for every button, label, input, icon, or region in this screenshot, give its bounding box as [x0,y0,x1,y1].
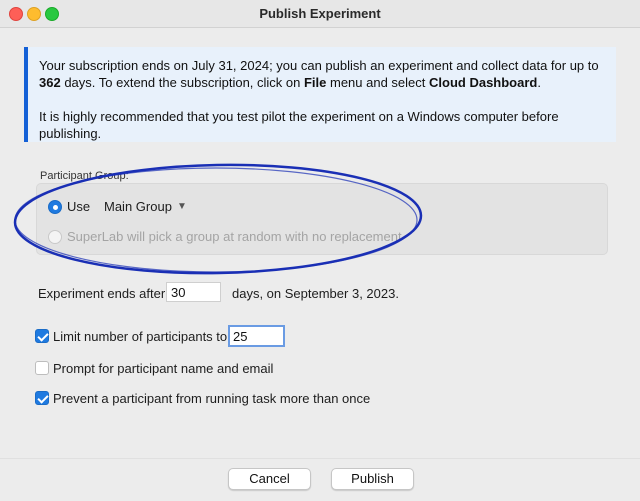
notice-recommendation: It is highly recommended that you test p… [39,109,559,141]
experiment-days-input[interactable] [166,282,221,302]
selected-group-value: Main Group [104,199,172,214]
subscription-notice: Your subscription ends on July 31, 2024;… [24,47,616,142]
prevent-repeat-checkbox[interactable] [35,391,49,405]
experiment-end-date-text: days, on September 3, 2023. [232,286,399,301]
participant-group-label: Participant Group: [40,170,129,182]
limit-participants-label[interactable]: Limit number of participants to [53,329,227,344]
random-group-label: SuperLab will pick a group at random wit… [67,229,402,244]
window-title: Publish Experiment [259,6,381,21]
experiment-end-label: Experiment ends after [38,286,166,301]
prompt-participant-label[interactable]: Prompt for participant name and email [53,361,273,376]
title-bar: Publish Experiment [0,0,640,28]
prevent-repeat-label[interactable]: Prevent a participant from running task … [53,391,370,406]
group-select-dropdown[interactable]: Main Group ▼ [104,199,189,216]
cancel-button[interactable]: Cancel [228,468,311,490]
use-group-label[interactable]: Use [67,199,90,214]
prompt-participant-checkbox[interactable] [35,361,49,375]
dialog-footer [0,458,640,501]
random-group-radio[interactable] [48,230,62,244]
participant-limit-input[interactable] [228,325,285,347]
limit-participants-checkbox[interactable] [35,329,49,343]
participant-group-box [36,183,608,255]
notice-text: Your subscription ends on July 31, 2024;… [39,58,599,90]
publish-button[interactable]: Publish [331,468,414,490]
use-group-radio[interactable] [48,200,62,214]
dropdown-arrow-icon: ▼ [177,201,187,212]
